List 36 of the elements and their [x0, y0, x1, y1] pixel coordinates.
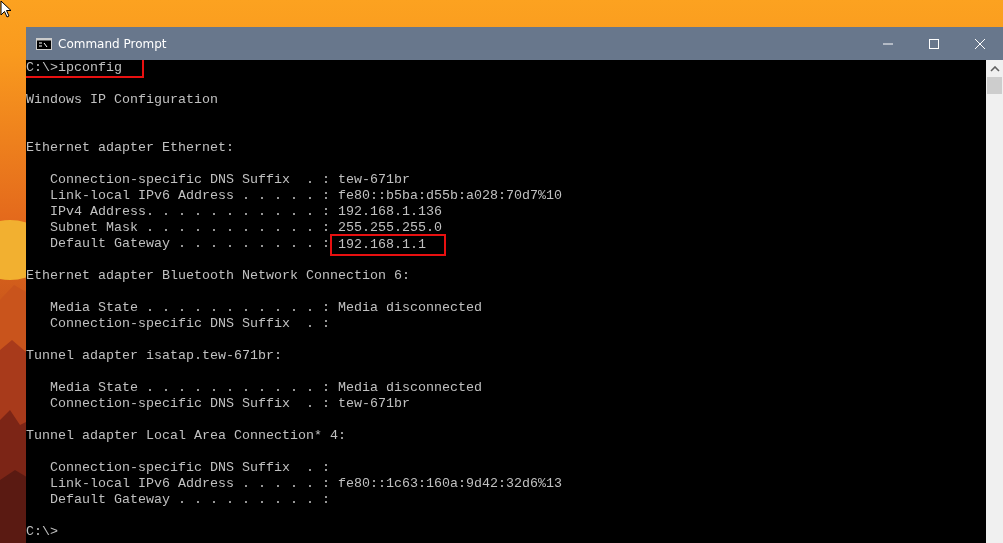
console-line: Tunnel adapter isatap.tew-671br: — [26, 348, 282, 364]
maximize-icon — [929, 38, 939, 49]
property-label: Link-local IPv6 Address . . . . . : — [50, 476, 330, 492]
console-line: C:\> — [26, 524, 58, 540]
window-title: Command Prompt — [58, 36, 167, 51]
property-label: IPv4 Address. . . . . . . . . . . : — [50, 204, 330, 220]
property-label: Connection-specific DNS Suffix . : — [50, 316, 330, 332]
property-value: tew-671br — [337, 396, 410, 412]
scrollbar[interactable] — [986, 60, 1003, 543]
property-value: Media disconnected — [337, 380, 482, 396]
property-label: Connection-specific DNS Suffix . : — [50, 172, 330, 188]
property-label: Default Gateway . . . . . . . . . : — [50, 492, 330, 508]
property-label: Subnet Mask . . . . . . . . . . . : — [50, 220, 330, 236]
property-value: Media disconnected — [337, 300, 482, 316]
close-icon — [975, 38, 985, 49]
console-line: Tunnel adapter Local Area Connection* 4: — [26, 428, 346, 444]
property-label: Connection-specific DNS Suffix . : — [50, 396, 330, 412]
terminal-icon — [36, 37, 52, 50]
property-value: fe80::b5ba:d55b:a028:70d7%10 — [337, 188, 562, 204]
property-label: Link-local IPv6 Address . . . . . : — [50, 188, 330, 204]
property-label: Default Gateway . . . . . . . . . : — [50, 236, 330, 252]
console-line: Ethernet adapter Ethernet: — [26, 140, 234, 156]
scroll-thumb[interactable] — [987, 77, 1002, 94]
property-value: 192.168.1.1 — [337, 237, 426, 253]
property-label: Media State . . . . . . . . . . . : — [50, 380, 330, 396]
scroll-up-icon[interactable] — [989, 66, 1000, 72]
property-value: fe80::1c63:160a:9d42:32d6%13 — [337, 476, 562, 492]
console-line: Ethernet adapter Bluetooth Network Connection 6: — [26, 268, 410, 284]
console-line: Windows IP Configuration — [26, 92, 218, 108]
cursor-icon — [0, 0, 12, 18]
property-value: tew-671br — [337, 172, 410, 188]
property-label: Media State . . . . . . . . . . . : — [50, 300, 330, 316]
property-value: 192.168.1.136 — [337, 204, 442, 220]
console-line: C:\>ipconfig — [26, 60, 122, 76]
property-label: Connection-specific DNS Suffix . : — [50, 460, 330, 476]
property-value: 255.255.255.0 — [337, 220, 442, 236]
